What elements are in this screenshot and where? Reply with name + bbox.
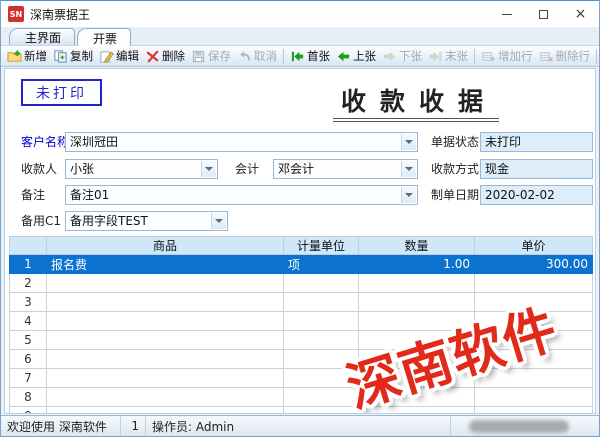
status-stamp: 未打印 (21, 79, 102, 106)
tab-strip: 主界面 开票 (1, 27, 599, 45)
spare-field-label: 备用C1 (21, 211, 61, 231)
delete-row-icon (539, 49, 554, 64)
toolbar-separator (596, 49, 597, 64)
tab-invoice[interactable]: 开票 (77, 28, 131, 46)
customer-label: 客户名称 (21, 132, 69, 152)
status-extra (451, 416, 599, 436)
window-title: 深南票据王 (30, 6, 90, 23)
accountant-combobox[interactable]: 邓会计 (273, 159, 418, 179)
doc-status-label: 单据状态 (431, 132, 479, 152)
save-icon (191, 49, 206, 64)
last-record-button: 末张 (425, 47, 471, 65)
redacted-contact-info (469, 420, 569, 433)
toolbar-separator (474, 49, 475, 64)
cancel-button: 取消 (234, 47, 280, 65)
app-logo-icon: SN (8, 6, 24, 22)
chevron-down-icon[interactable] (201, 161, 216, 177)
minimize-button[interactable] (488, 1, 525, 27)
save-button: 保存 (188, 47, 234, 65)
undo-icon (237, 49, 252, 64)
delete-button[interactable]: 删除 (142, 47, 188, 65)
toolbar-separator (283, 49, 284, 64)
prev-icon (336, 49, 351, 64)
delete-row-button: 删除行 (536, 47, 594, 65)
document-title: 收款收据 (333, 82, 499, 118)
toolbar: 新增 复制 编辑 删除 保存 取消 首张 上张 下张 末张 (1, 45, 599, 67)
status-record-count: 1 (121, 416, 146, 436)
payee-combobox[interactable]: 小张 (65, 159, 218, 179)
copy-button[interactable]: 复制 (50, 47, 96, 65)
status-bar: 欢迎使用 深南软件 1 操作员: Admin (1, 415, 599, 436)
new-button[interactable]: 新增 (4, 47, 50, 65)
chevron-down-icon[interactable] (401, 134, 416, 150)
remark-label: 备注 (21, 185, 45, 205)
maximize-icon (539, 10, 548, 19)
remark-combobox[interactable]: 备注01 (65, 185, 418, 205)
next-record-button: 下张 (379, 47, 425, 65)
column-header-unit[interactable]: 计量单位 (284, 237, 359, 255)
column-header-item[interactable]: 商品 (47, 237, 284, 255)
new-icon (7, 49, 22, 64)
next-icon (382, 49, 397, 64)
close-icon: × (575, 7, 587, 21)
payment-method-label: 收款方式 (431, 159, 479, 179)
column-header-qty[interactable]: 数量 (359, 237, 475, 255)
copy-icon (53, 49, 68, 64)
table-header-row: 商品 计量单位 数量 单价 (10, 237, 593, 255)
doc-date-label: 制单日期 (431, 185, 479, 205)
add-row-button: 增加行 (478, 47, 536, 65)
delete-icon (145, 49, 160, 64)
prev-record-button[interactable]: 上张 (333, 47, 379, 65)
edit-icon (99, 49, 114, 64)
status-operator: 操作员: Admin (146, 416, 451, 436)
title-bar[interactable]: SN 深南票据王 × (1, 1, 599, 27)
doc-status-field[interactable]: 未打印 (480, 132, 593, 152)
edit-button[interactable]: 编辑 (96, 47, 142, 65)
table-row[interactable]: 8 (10, 388, 593, 407)
accountant-label: 会计 (235, 159, 259, 179)
payment-method-field[interactable]: 现金 (480, 159, 593, 179)
add-row-icon (481, 49, 496, 64)
payee-label: 收款人 (21, 159, 57, 179)
chevron-down-icon[interactable] (401, 187, 416, 203)
table-row[interactable]: 2 (10, 274, 593, 293)
status-welcome: 欢迎使用 深南软件 (1, 416, 121, 436)
row-number-header[interactable] (10, 237, 47, 255)
chevron-down-icon[interactable] (401, 161, 416, 177)
table-row[interactable]: 9 (10, 407, 593, 415)
minimize-icon (502, 14, 512, 15)
first-record-button[interactable]: 首张 (287, 47, 333, 65)
tab-main[interactable]: 主界面 (9, 28, 75, 45)
invoice-panel: 未打印 收款收据 客户名称 深圳冠田 单据状态 未打印 收款人 小张 会计 邓会… (4, 68, 596, 414)
spare-field-combobox[interactable]: 备用字段TEST (65, 211, 228, 231)
table-row[interactable]: 1 报名费 项 1.00 300.00 (10, 255, 593, 274)
last-icon (428, 49, 443, 64)
doc-date-field[interactable]: 2020-02-02 (480, 185, 593, 205)
close-button[interactable]: × (562, 1, 599, 27)
customer-combobox[interactable]: 深圳冠田 (65, 132, 418, 152)
first-icon (290, 49, 305, 64)
column-header-price[interactable]: 单价 (475, 237, 593, 255)
maximize-button[interactable] (525, 1, 562, 27)
chevron-down-icon[interactable] (211, 213, 226, 229)
app-window: SN 深南票据王 × 主界面 开票 新增 复制 编辑 删除 保存 (0, 0, 600, 437)
